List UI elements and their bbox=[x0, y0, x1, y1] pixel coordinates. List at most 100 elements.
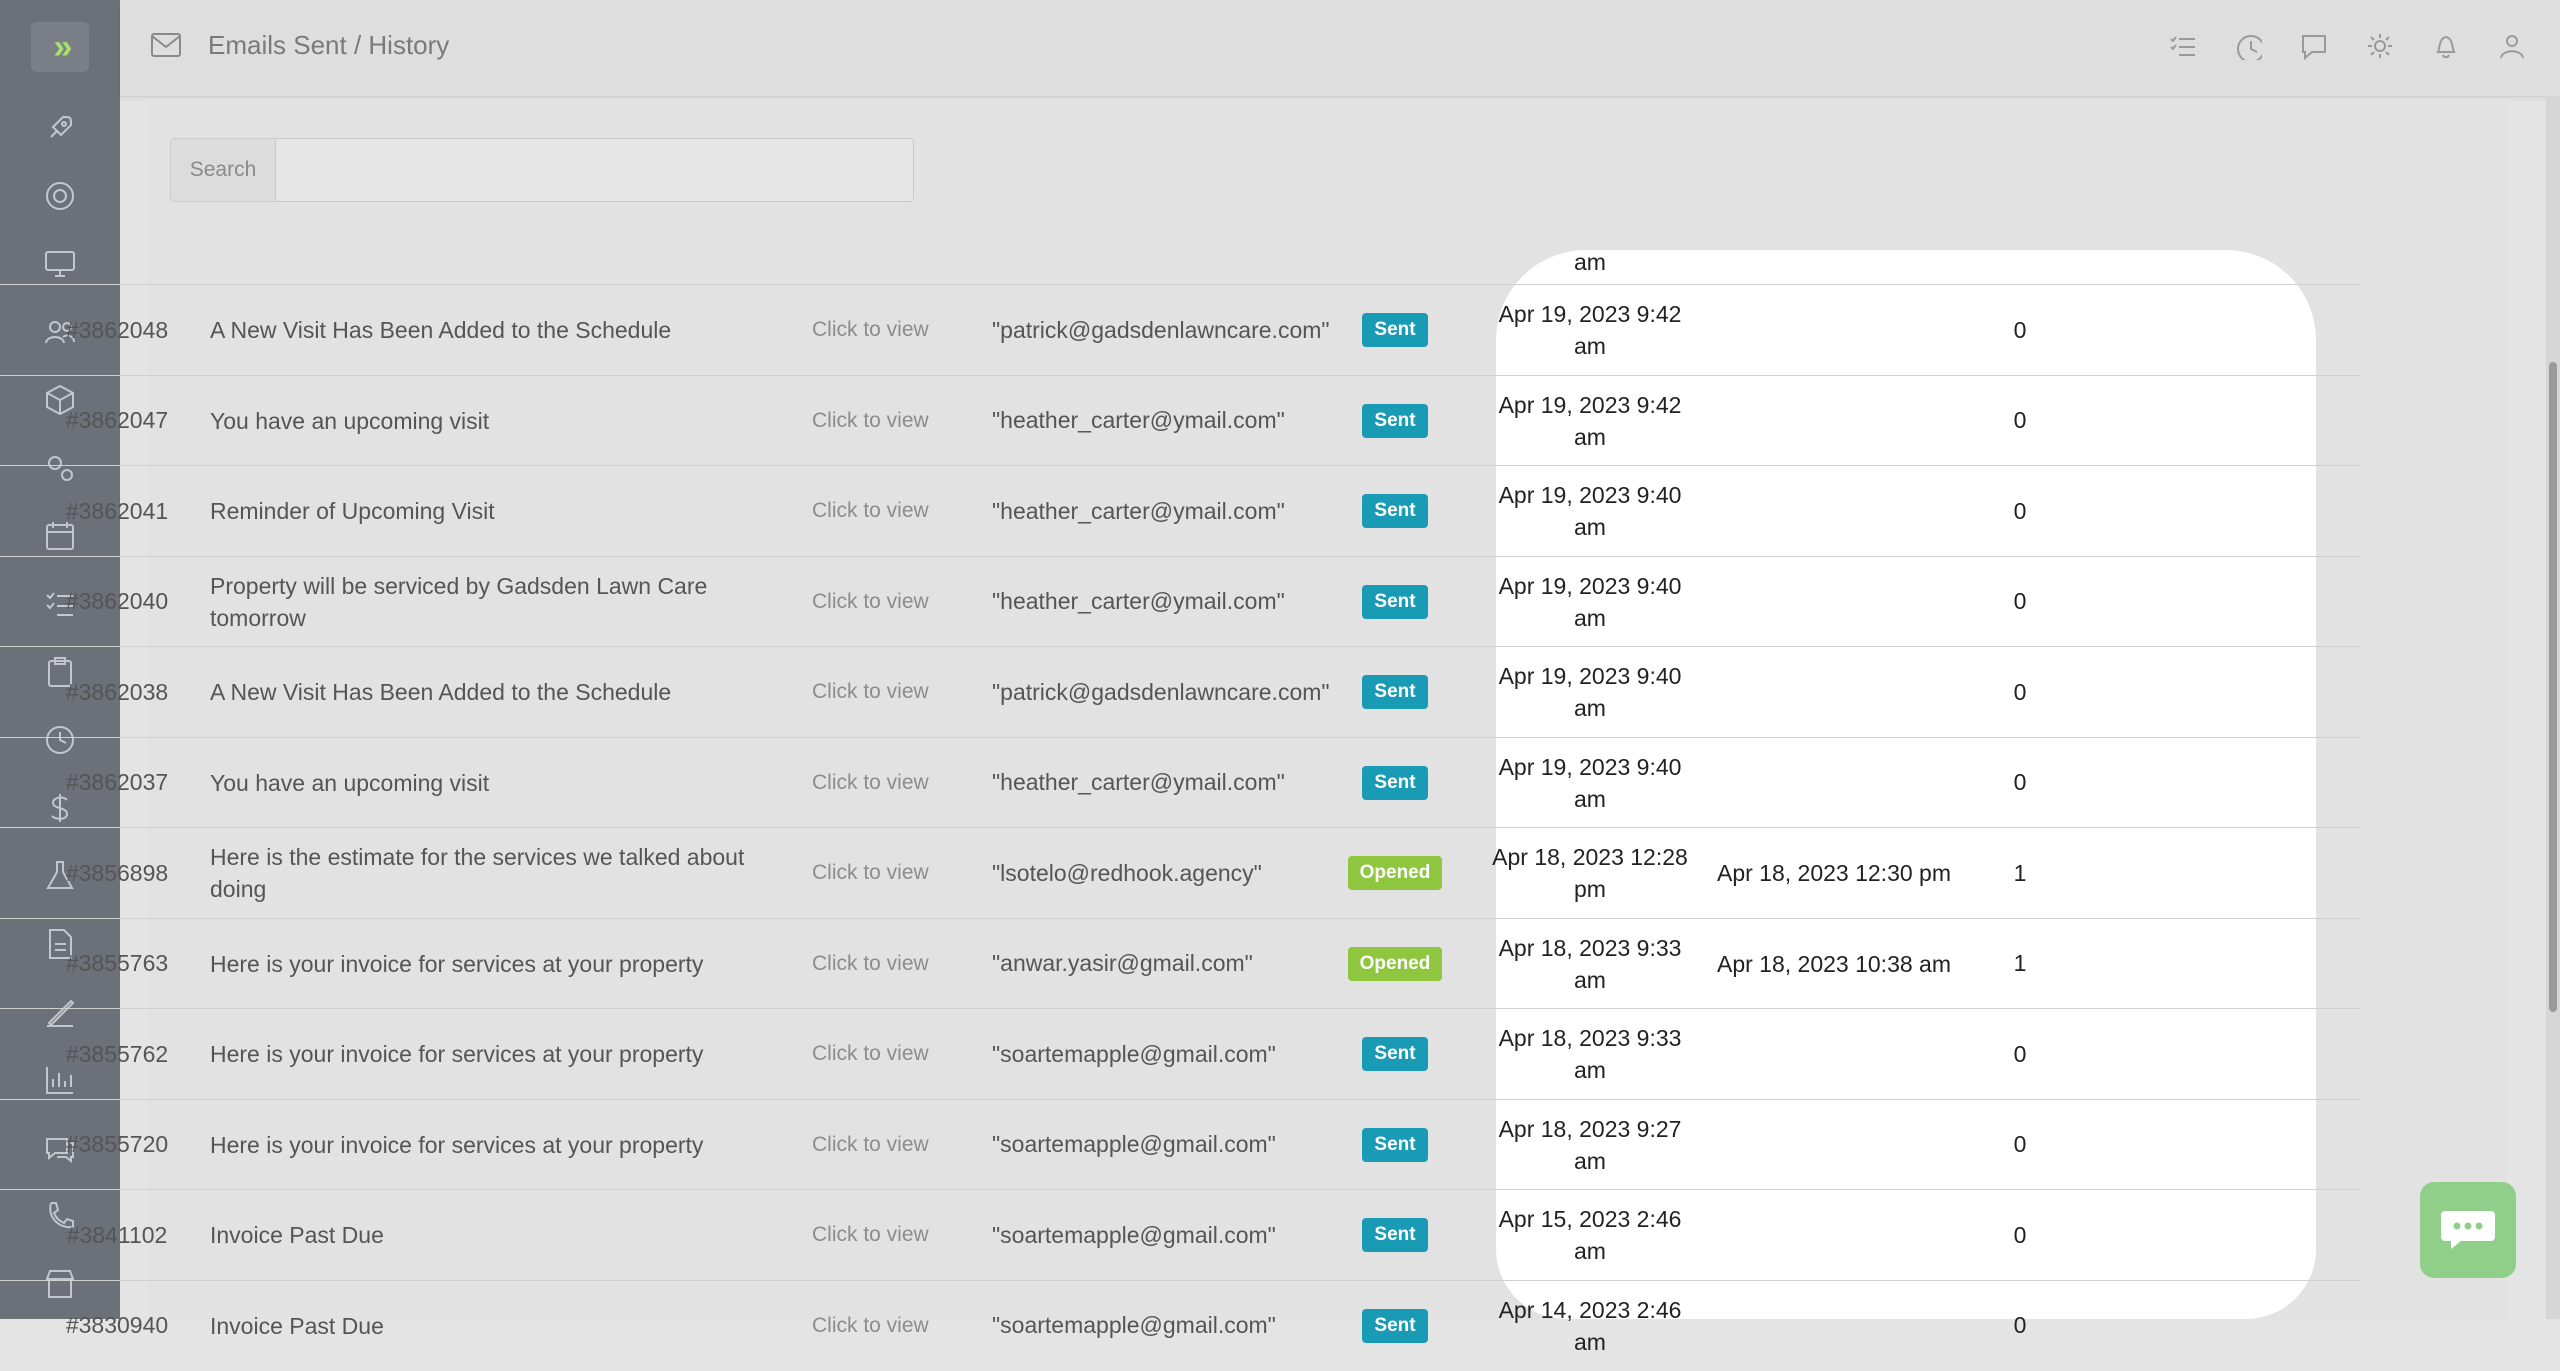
sent-time: Apr 14, 2023 2:46 am bbox=[1498, 1296, 1682, 1355]
scrollbar[interactable] bbox=[2546, 96, 2560, 1319]
email-id: #3855720 bbox=[65, 1131, 169, 1157]
status-badge: Sent bbox=[1362, 403, 1428, 438]
status-cell: Sent bbox=[1340, 1308, 1450, 1343]
view-link[interactable]: Click to view bbox=[812, 409, 929, 433]
email-subject: Reminder of Upcoming Visit bbox=[210, 498, 495, 524]
open-count: 0 bbox=[2013, 1131, 2027, 1157]
view-link[interactable]: Click to view bbox=[812, 771, 929, 795]
open-count: 0 bbox=[2013, 1312, 2027, 1338]
status-cell: Sent bbox=[1340, 313, 1450, 347]
page-title: Emails Sent / History bbox=[208, 30, 450, 60]
status-badge: Sent bbox=[1362, 1037, 1428, 1071]
chat-button[interactable] bbox=[2420, 1182, 2516, 1278]
status-cell: Sent bbox=[1340, 403, 1450, 438]
recipient: "soartemapple@gmail.com" bbox=[992, 1221, 1276, 1248]
sent-time: Apr 18, 2023 9:27 am bbox=[1498, 1115, 1682, 1174]
sent-time: Apr 19, 2023 9:40 am bbox=[1498, 753, 1682, 812]
table-row: #3862040 Property will be serviced by Gad… bbox=[0, 555, 2360, 647]
open-count: 0 bbox=[2013, 316, 2027, 343]
bell-button[interactable] bbox=[2432, 32, 2460, 65]
email-id: #3862038 bbox=[65, 678, 169, 705]
view-link[interactable]: Click to view bbox=[812, 861, 929, 885]
status-badge: Sent bbox=[1362, 584, 1428, 619]
table-row: #3862038 A New Visit Has Been Added to th… bbox=[0, 646, 2360, 737]
opened-time: Apr 18, 2023 10:38 am bbox=[1717, 950, 1951, 977]
status-badge: Opened bbox=[1347, 856, 1443, 890]
sent-time-partial: am bbox=[1574, 249, 1606, 275]
sidebar-item-0[interactable] bbox=[0, 94, 120, 162]
sent-time: Apr 19, 2023 9:40 am bbox=[1498, 663, 1682, 721]
email-subject: Invoice Past Due bbox=[210, 1222, 384, 1248]
recipient: "heather_carter@ymail.com" bbox=[992, 769, 1285, 795]
status-cell: Sent bbox=[1340, 1218, 1450, 1252]
clock-icon bbox=[2237, 35, 2265, 63]
email-id: #3856898 bbox=[65, 859, 169, 886]
view-link[interactable]: Click to view bbox=[812, 680, 929, 704]
status-cell: Sent bbox=[1340, 1127, 1450, 1162]
email-id: #3862040 bbox=[65, 588, 169, 614]
recipient: "patrick@gadsdenlawncare.com" bbox=[992, 316, 1330, 343]
expand-sidebar-button[interactable]: » bbox=[31, 22, 89, 72]
sent-time: Apr 18, 2023 9:33 am bbox=[1498, 934, 1682, 993]
email-id: #3841102 bbox=[66, 1221, 168, 1248]
recipient: "soartemapple@gmail.com" bbox=[992, 1312, 1276, 1338]
email-subject: Here is your invoice for services at you… bbox=[210, 950, 704, 977]
search-label: Search bbox=[171, 139, 276, 201]
search-input[interactable] bbox=[276, 139, 913, 201]
status-badge: Opened bbox=[1347, 946, 1443, 981]
table-row: #3862041 Reminder of Upcoming Visit Click … bbox=[0, 465, 2360, 556]
status-badge: Sent bbox=[1362, 494, 1428, 528]
status-cell: Sent bbox=[1340, 584, 1450, 619]
gear-button[interactable] bbox=[2366, 32, 2394, 65]
table-row: #3862037 You have an upcoming visit Click … bbox=[0, 736, 2360, 828]
recipient: "lsotelo@redhook.agency" bbox=[992, 859, 1262, 886]
envelope-icon bbox=[150, 32, 182, 63]
view-link[interactable]: Click to view bbox=[812, 1042, 929, 1066]
email-id: #3862041 bbox=[65, 497, 169, 524]
email-subject: Invoice Past Due bbox=[210, 1312, 384, 1339]
view-link[interactable]: Click to view bbox=[812, 1133, 929, 1157]
sent-time: Apr 19, 2023 9:42 am bbox=[1498, 301, 1682, 359]
status-badge: Sent bbox=[1362, 313, 1428, 347]
email-subject: Property will be serviced by Gadsden Law… bbox=[210, 572, 708, 631]
scrollbar-thumb[interactable] bbox=[2549, 362, 2557, 1012]
clock-button[interactable] bbox=[2234, 32, 2265, 65]
user-button[interactable] bbox=[2498, 32, 2526, 65]
open-count: 0 bbox=[2013, 1040, 2027, 1067]
table-row: #3855762 Here is your invoice for service… bbox=[0, 1008, 2360, 1099]
open-count: 0 bbox=[2013, 1221, 2027, 1248]
recipient: "heather_carter@ymail.com" bbox=[992, 407, 1285, 433]
search-box: Search bbox=[170, 138, 914, 202]
rocket-icon bbox=[50, 115, 73, 138]
sent-time: Apr 18, 2023 12:28 pm bbox=[1492, 844, 1688, 902]
open-count: 1 bbox=[2013, 859, 2027, 886]
status-badge: Sent bbox=[1362, 1218, 1428, 1252]
message-icon bbox=[2302, 35, 2326, 61]
table-row: #3855763 Here is your invoice for service… bbox=[0, 917, 2360, 1009]
recipient: "patrick@gadsdenlawncare.com" bbox=[992, 678, 1330, 705]
table-row: #3841102 Invoice Past Due Click to view "so… bbox=[0, 1189, 2360, 1280]
message-button[interactable] bbox=[2300, 32, 2328, 65]
email-subject: Here is your invoice for services at you… bbox=[210, 1041, 704, 1067]
status-cell: Sent bbox=[1340, 675, 1450, 709]
header-icons bbox=[2168, 32, 2526, 65]
view-link[interactable]: Click to view bbox=[812, 952, 929, 976]
checklist-button[interactable] bbox=[2168, 32, 2196, 65]
view-link[interactable]: Click to view bbox=[812, 318, 929, 342]
status-cell: Sent bbox=[1340, 494, 1450, 528]
open-count: 1 bbox=[2013, 950, 2027, 976]
sent-time: Apr 19, 2023 9:40 am bbox=[1498, 572, 1682, 631]
status-cell: Opened bbox=[1340, 946, 1450, 981]
gear-icon bbox=[2368, 34, 2392, 58]
email-subject: You have an upcoming visit bbox=[210, 769, 490, 796]
table-row: #3856898 Here is the estimate for the ser… bbox=[0, 827, 2360, 918]
view-link[interactable]: Click to view bbox=[812, 1223, 929, 1247]
view-link[interactable]: Click to view bbox=[812, 1314, 929, 1338]
open-count: 0 bbox=[2013, 407, 2027, 433]
email-id: #3855763 bbox=[65, 950, 169, 976]
checklist-icon bbox=[2170, 36, 2195, 56]
view-link[interactable]: Click to view bbox=[812, 499, 929, 523]
table-row-partial: am bbox=[0, 194, 2360, 284]
view-link[interactable]: Click to view bbox=[812, 590, 929, 614]
sent-time: Apr 18, 2023 9:33 am bbox=[1498, 1025, 1682, 1083]
